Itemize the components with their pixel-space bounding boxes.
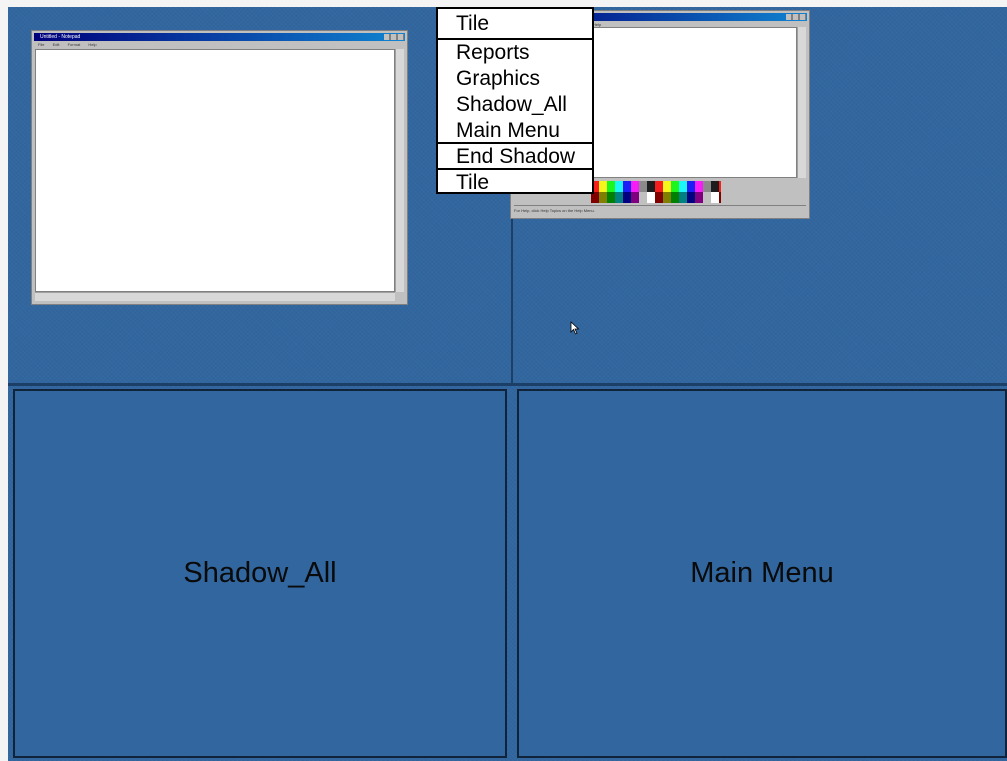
notepad-title: Untitled - Notepad [40, 34, 81, 40]
paint-vertical-scrollbar [797, 27, 806, 178]
menu-item-shadow-all[interactable]: Shadow_All [438, 92, 592, 117]
arrow-cursor-icon [570, 321, 580, 335]
notepad-horizontal-scrollbar [35, 292, 395, 301]
notepad-menu-format: Format [67, 42, 81, 47]
quadrant-label: Shadow_All [183, 557, 337, 589]
menu-item-end-shadow[interactable]: End Shadow [438, 144, 592, 169]
menu-item-tile-bottom[interactable]: Tile [438, 170, 592, 195]
menu-item-tile-top[interactable]: Tile [438, 11, 592, 36]
quadrant-shadow-all[interactable]: Shadow_All [13, 389, 507, 758]
notepad-menu-file: File [38, 42, 45, 47]
color-palette-row [591, 192, 721, 203]
horizontal-divider [8, 383, 1007, 386]
notepad-menu-edit: Edit [52, 42, 60, 47]
menu-item-graphics[interactable]: Graphics [438, 66, 592, 91]
notepad-window-thumbnail[interactable]: Untitled - Notepad File Edit Format Help [31, 30, 408, 305]
menu-item-main-menu[interactable]: Main Menu [438, 118, 592, 143]
quadrant-main-menu[interactable]: Main Menu [517, 389, 1007, 758]
popup-menu: Tile Reports Graphics Shadow_All Main Me… [436, 7, 594, 194]
window-controls-icon [384, 34, 404, 40]
window-controls-icon [786, 14, 806, 20]
menu-item-reports[interactable]: Reports [438, 40, 592, 65]
quadrant-label: Main Menu [690, 557, 834, 589]
notepad-titlebar: Untitled - Notepad [34, 33, 405, 41]
notepad-menubar: File Edit Format Help [34, 42, 405, 48]
notepad-menu-help: Help [88, 42, 97, 47]
notepad-vertical-scrollbar [395, 49, 404, 292]
notepad-text-area [35, 49, 395, 292]
paint-status-bar: For Help, click Help Topics on the Help … [514, 205, 806, 215]
